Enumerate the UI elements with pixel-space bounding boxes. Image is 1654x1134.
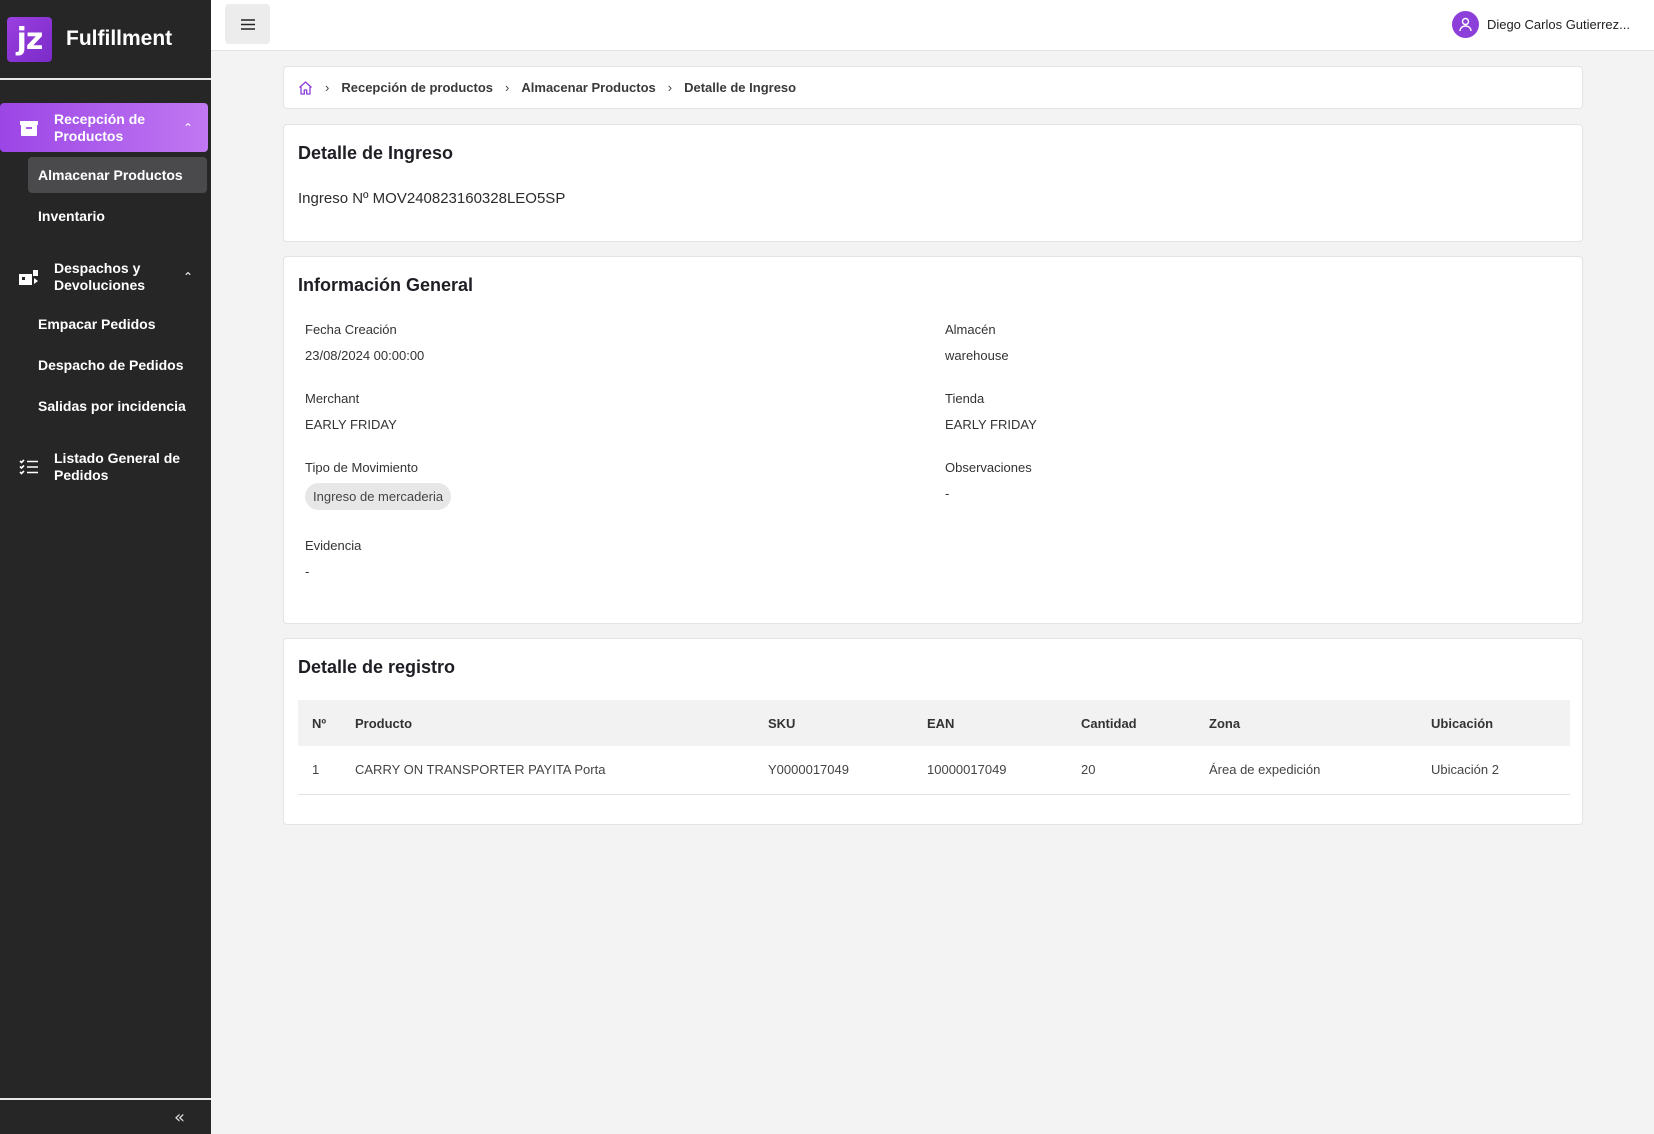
field-label: Tienda [945, 391, 985, 406]
field-value: warehouse [945, 348, 1009, 363]
table-cell: 10000017049 [913, 746, 1067, 795]
nav-group-recepcion[interactable]: Recepción de Productos ⌃ [0, 103, 208, 152]
hamburger-icon [240, 15, 255, 34]
list-icon [18, 456, 40, 478]
column-header: Ubicación [1431, 715, 1494, 731]
field-almacen: Almacén warehouse [945, 322, 1545, 363]
table-row: 1 CARRY ON TRANSPORTER PAYITA Porta Y000… [298, 746, 1570, 795]
sidebar-item-salidas-por-incidencia[interactable]: Salidas por incidencia [28, 388, 207, 424]
registro-table: Nº Producto SKU EAN Cantidad Zona Ubicac… [298, 700, 1570, 795]
breadcrumb-recepcion[interactable]: Recepción de productos [341, 80, 493, 95]
sidebar: jz Fulfillment Recepción de Productos ⌃ … [0, 0, 211, 1134]
nav-group-despachos[interactable]: Despachos y Devoluciones ⌃ [0, 252, 208, 301]
field-observaciones: Observaciones - [945, 460, 1545, 501]
table-cell: CARRY ON TRANSPORTER PAYITA Porta [341, 746, 754, 795]
user-avatar-icon [1451, 11, 1479, 38]
app-name: Fulfillment [66, 27, 173, 50]
box-icon [18, 117, 40, 139]
table-cell: Ubicación 2 [1417, 746, 1570, 795]
nav-group-label: Listado General de Pedidos [54, 449, 181, 483]
user-name: Diego Carlos Gutierrez... [1486, 17, 1630, 32]
field-label: Tipo de Movimiento [305, 460, 418, 475]
sidebar-nav: Recepción de Productos ⌃ Almacenar Produ… [0, 80, 211, 491]
field-label: Almacén [945, 322, 996, 337]
ingreso-card: Detalle de Ingreso Ingreso Nº MOV2408231… [283, 124, 1583, 242]
chevron-right-icon: › [505, 80, 510, 95]
user-menu[interactable]: Diego Carlos Gutierrez... [1451, 11, 1630, 38]
table-cell: 20 [1067, 746, 1195, 795]
logo[interactable]: jz [7, 16, 52, 62]
registro-card: Detalle de registro Nº Producto SKU EAN … [283, 638, 1583, 825]
field-label: Observaciones [945, 460, 1032, 475]
ingreso-number: Ingreso Nº MOV240823160328LEO5SP [298, 190, 566, 207]
nav-group-label: Despachos y Devoluciones [54, 259, 146, 293]
field-tipo-movimiento: Tipo de Movimiento Ingreso de mercaderia [305, 460, 905, 510]
chevron-up-icon: ⌃ [182, 269, 194, 284]
collapse-sidebar-button[interactable]: « [0, 1098, 211, 1134]
field-value: - [945, 486, 950, 501]
field-evidencia: Evidencia - [305, 538, 905, 579]
breadcrumb: › Recepción de productos › Almacenar Pro… [283, 66, 1583, 109]
field-value: EARLY FRIDAY [305, 417, 397, 432]
field-label: Fecha Creación [305, 322, 397, 337]
chevron-right-icon: › [667, 80, 673, 95]
column-header: Cantidad [1081, 715, 1137, 731]
nav-group-label: Recepción de Productos [54, 110, 146, 144]
sidebar-item-despacho-de-pedidos[interactable]: Despacho de Pedidos [28, 347, 207, 383]
field-value: 23/08/2024 00:00:00 [305, 348, 425, 363]
field-tienda: Tienda EARLY FRIDAY [945, 391, 1545, 432]
column-header: EAN [927, 715, 955, 731]
home-icon[interactable] [298, 80, 313, 95]
chevron-right-icon: › [325, 80, 330, 95]
table-cell: 1 [298, 746, 341, 795]
table-cell: Y0000017049 [754, 746, 913, 795]
sidebar-item-almacenar-productos[interactable]: Almacenar Productos [28, 157, 207, 193]
menu-toggle-button[interactable] [225, 4, 270, 44]
field-value: - [305, 564, 310, 579]
ingreso-title: Detalle de Ingreso [298, 143, 454, 163]
info-title: Información General [298, 275, 474, 295]
field-label: Evidencia [305, 538, 362, 553]
field-merchant: Merchant EARLY FRIDAY [305, 391, 905, 432]
breadcrumb-current: Detalle de Ingreso [684, 80, 797, 95]
brand: jz Fulfillment [0, 0, 211, 80]
sidebar-item-inventario[interactable]: Inventario [28, 198, 207, 234]
breadcrumb-almacenar[interactable]: Almacenar Productos [521, 80, 655, 95]
field-label: Merchant [305, 391, 360, 406]
column-header: Producto [355, 715, 413, 731]
info-card: Información General Fecha Creación 23/08… [283, 256, 1583, 624]
movement-type-chip: Ingreso de mercaderia [305, 483, 452, 510]
chevron-up-icon: ⌃ [182, 120, 194, 135]
table-header-row: Nº Producto SKU EAN Cantidad Zona Ubicac… [298, 700, 1570, 746]
column-header: Zona [1209, 715, 1241, 731]
field-value: EARLY FRIDAY [945, 417, 1037, 432]
table-cell: Área de expedición [1195, 746, 1417, 795]
column-header: SKU [768, 715, 796, 731]
field-fecha: Fecha Creación 23/08/2024 00:00:00 [305, 322, 905, 363]
registro-title: Detalle de registro [298, 657, 456, 677]
sidebar-item-empacar-pedidos[interactable]: Empacar Pedidos [28, 306, 207, 342]
nav-group-listado-general[interactable]: Listado General de Pedidos [0, 442, 208, 491]
column-header: Nº [312, 715, 327, 731]
topbar: Diego Carlos Gutierrez... [211, 0, 1654, 51]
double-chevron-left-icon: « [173, 1106, 185, 1128]
dispatch-icon [18, 266, 40, 288]
